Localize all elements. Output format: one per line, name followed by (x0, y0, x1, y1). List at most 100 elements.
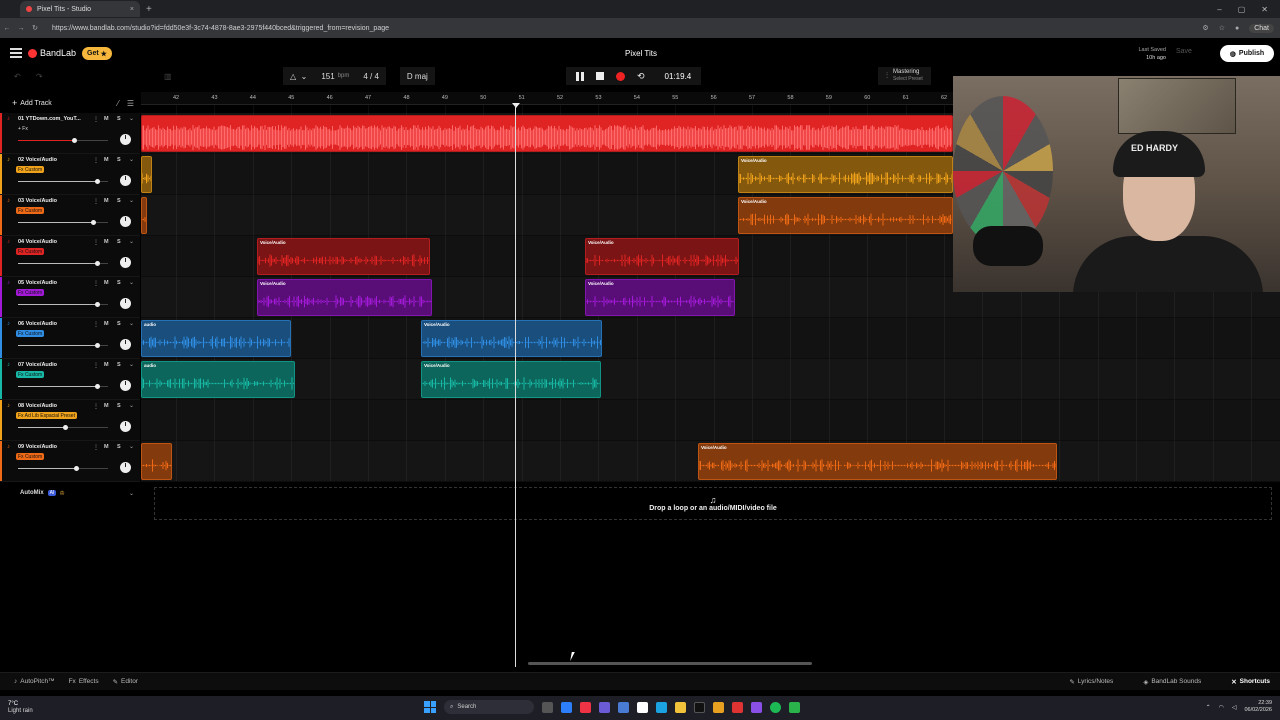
pan-knob[interactable] (120, 339, 131, 350)
kebab-menu-icon[interactable]: ⋮ (93, 321, 99, 328)
volume-slider[interactable] (18, 302, 108, 307)
fx-preset-badge[interactable]: Fx Custom (16, 207, 45, 214)
track-header[interactable]: ♪ 02 Voice/Audio ⋮ M S ⌄ Fx Custom (0, 154, 140, 195)
track-header[interactable]: ♪ 09 Voice/Audio ⋮ M S ⌄ Fx Custom (0, 441, 140, 482)
solo-button[interactable]: S (117, 444, 121, 450)
chevron-down-icon[interactable]: ⌄ (129, 402, 134, 409)
mute-button[interactable]: M (104, 403, 109, 409)
track-name[interactable]: 06 Voice/Audio (18, 321, 90, 327)
app-icon[interactable] (713, 701, 724, 713)
track-header[interactable]: ♪ 05 Voice/Audio ⋮ M S ⌄ Fx Custom (0, 277, 140, 318)
weather-widget[interactable]: 7°C Light rain (8, 701, 33, 715)
pan-knob[interactable] (120, 175, 131, 186)
app-icon[interactable] (751, 701, 762, 713)
chevron-down-icon[interactable]: ⌄ (129, 238, 134, 245)
plus-icon[interactable]: + (12, 98, 17, 108)
effects-button[interactable]: Fx Effects (69, 678, 99, 685)
undo-icon[interactable]: ↶ (14, 72, 21, 81)
pan-knob[interactable] (120, 257, 131, 268)
grid-toggle-icon[interactable]: ▥ (164, 72, 172, 81)
edge-icon[interactable] (656, 701, 667, 713)
loop-icon[interactable]: ⟲ (637, 71, 645, 82)
clock[interactable]: 22:39 06/02/2026 (1244, 700, 1272, 714)
autopitch-button[interactable]: ♪ AutoPitch™ (14, 678, 55, 685)
volume-icon[interactable]: ◁ (1232, 704, 1237, 711)
chevron-down-icon[interactable]: ⌄ (129, 279, 134, 286)
get-button[interactable]: Get ★ (82, 47, 112, 60)
solo-button[interactable]: S (117, 362, 121, 368)
track-lane[interactable] (141, 318, 1280, 359)
solo-button[interactable]: S (117, 157, 121, 163)
track-name[interactable]: 05 Voice/Audio (18, 280, 90, 286)
chevron-down-icon[interactable]: ⌄ (129, 490, 140, 497)
pan-knob[interactable] (120, 298, 131, 309)
extension-icon[interactable]: ⚙ (1202, 24, 1208, 32)
lyrics-button[interactable]: ✎ Lyrics/Notes (1069, 678, 1113, 686)
automix-row[interactable]: AutoMix AI ♔ ⌄ (0, 486, 140, 500)
chevron-down-icon[interactable]: ⌄ (129, 115, 134, 122)
pan-knob[interactable] (120, 134, 131, 145)
audio-clip[interactable] (141, 115, 953, 152)
forward-icon[interactable]: → (14, 25, 28, 32)
url-field[interactable]: https://www.bandlab.com/studio?id=fdd50e… (52, 25, 389, 32)
bandlab-logo[interactable]: BandLab (28, 48, 76, 58)
track-header[interactable]: ♪ 07 Voice/Audio ⋮ M S ⌄ Fx Custom (0, 359, 140, 400)
editor-button[interactable]: ✎ Editor (113, 678, 138, 686)
solo-button[interactable]: S (117, 239, 121, 245)
fx-preset-badge[interactable]: Fx Custom (16, 453, 45, 460)
track-name[interactable]: 08 Voice/Audio (18, 403, 90, 409)
volume-knob[interactable] (90, 220, 96, 225)
audio-clip[interactable] (141, 197, 147, 234)
mute-button[interactable]: M (104, 444, 109, 450)
app-icon[interactable] (561, 701, 572, 713)
track-name[interactable]: 09 Voice/Audio (18, 444, 90, 450)
pan-knob[interactable] (120, 380, 131, 391)
kebab-menu-icon[interactable]: ⋮ (93, 157, 99, 164)
track-header[interactable]: ♪ 01 YTDown.com_YouT... ⋮ M S ⌄ + Fx (0, 113, 140, 154)
mastering-button[interactable]: ⫶ Mastering Select Preset (878, 67, 931, 85)
track-lane[interactable] (141, 359, 1280, 400)
bookmark-icon[interactable]: ☆ (1219, 24, 1225, 32)
kebab-menu-icon[interactable]: ⋮ (93, 280, 99, 287)
fx-preset-badge[interactable]: + Fx (16, 125, 30, 132)
track-name[interactable]: 07 Voice/Audio (18, 362, 90, 368)
horizontal-scrollbar[interactable] (528, 662, 812, 665)
wand-icon[interactable]: ⁄ (117, 99, 118, 108)
timeline-ruler[interactable]: 42 43 44 45 46 47 48 49 50 51 52 53 54 55 56 57 58 59 60 61… (141, 92, 953, 105)
pan-knob[interactable] (120, 462, 131, 473)
chevron-down-icon[interactable]: ⌄ (129, 197, 134, 204)
sounds-button[interactable]: ◈ BandLab Sounds (1143, 678, 1201, 686)
app-icon[interactable] (732, 701, 743, 713)
audio-clip[interactable]: audio (141, 320, 291, 357)
redo-icon[interactable]: ↷ (36, 72, 43, 81)
chevron-down-icon[interactable]: ⌄ (129, 443, 134, 450)
fx-preset-badge[interactable]: Fx Custom (16, 166, 45, 173)
track-header[interactable]: ♪ 06 Voice/Audio ⋮ M S ⌄ Fx Custom (0, 318, 140, 359)
reload-icon[interactable]: ↻ (28, 24, 42, 32)
track-header[interactable]: ♪ 04 Voice/Audio ⋮ M S ⌄ Fx Custom (0, 236, 140, 277)
track-settings-icon[interactable]: ☰ (127, 99, 134, 108)
audio-clip[interactable]: Voice/Audio (257, 238, 430, 275)
audio-clip[interactable]: Voice/Audio (585, 238, 739, 275)
close-window-icon[interactable]: ✕ (1261, 5, 1268, 14)
mute-button[interactable]: M (104, 239, 109, 245)
drop-zone[interactable]: ♫ Drop a loop or an audio/MIDI/video fil… (154, 487, 1272, 520)
shortcuts-button[interactable]: ✕ Shortcuts (1231, 678, 1270, 686)
track-header[interactable]: ♪ 08 Voice/Audio ⋮ M S ⌄ Fx Ad Lib Espacial Pr… (0, 400, 140, 441)
chevron-down-icon[interactable]: ⌄ (129, 361, 134, 368)
mute-button[interactable]: M (104, 116, 109, 122)
volume-knob[interactable] (95, 261, 101, 266)
app-icon[interactable] (789, 701, 800, 713)
volume-slider[interactable] (18, 466, 108, 471)
kebab-menu-icon[interactable]: ⋮ (93, 444, 99, 451)
kebab-menu-icon[interactable]: ⋮ (93, 362, 99, 369)
track-name[interactable]: 03 Voice/Audio (18, 198, 90, 204)
key-field[interactable]: D maj (399, 67, 435, 85)
solo-button[interactable]: S (117, 116, 121, 122)
solo-button[interactable]: S (117, 280, 121, 286)
profile-icon[interactable]: ● (1235, 25, 1239, 32)
solo-button[interactable]: S (117, 198, 121, 204)
audio-clip[interactable]: Voice/Audio (257, 279, 432, 316)
app-icon[interactable] (618, 701, 629, 713)
volume-slider[interactable] (18, 384, 108, 389)
